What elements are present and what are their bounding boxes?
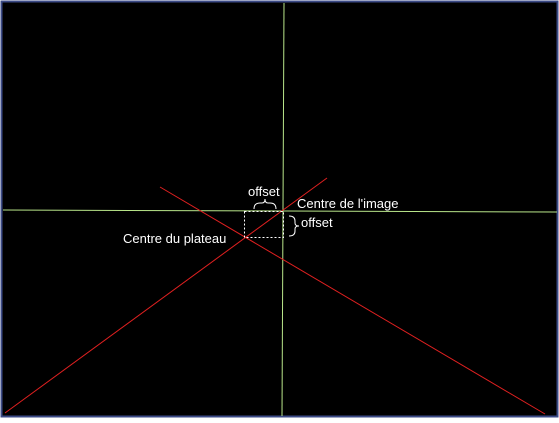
- vertical-offset-label: offset: [301, 215, 333, 230]
- image-center-label: Centre de l'image: [297, 196, 398, 211]
- horizontal-offset-label: offset: [248, 184, 280, 199]
- plate-center-label: Centre du plateau: [123, 231, 226, 246]
- diagram-frame: offset Centre de l'image offset Centre d…: [0, 0, 559, 418]
- diagram-canvas: offset Centre de l'image offset Centre d…: [0, 0, 559, 418]
